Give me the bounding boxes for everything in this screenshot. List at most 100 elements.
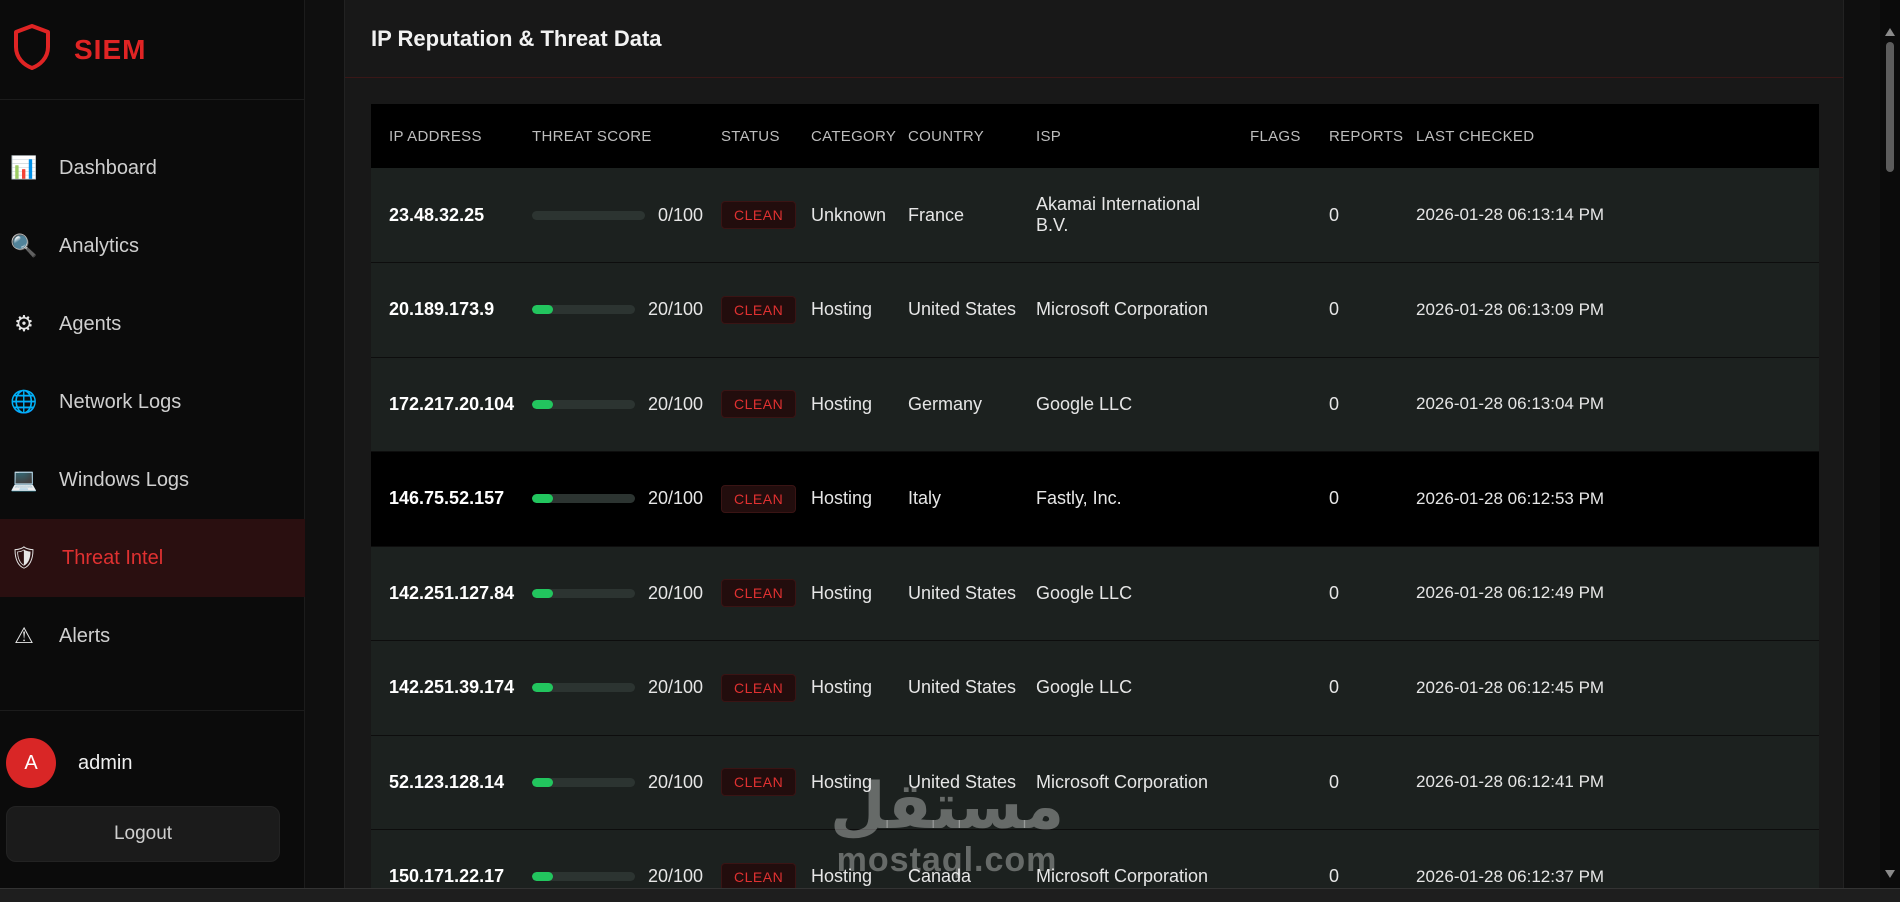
isp: Google LLC bbox=[1036, 677, 1133, 698]
sidebar-item-analytics[interactable]: 🔍 Analytics bbox=[0, 207, 305, 285]
reports: 0 bbox=[1329, 204, 1340, 225]
brand[interactable]: SIEM bbox=[0, 0, 304, 100]
sidebar-nav: 📊 Dashboard 🔍 Analytics ⚙ Agents 🌐 Network Logs… bbox=[0, 129, 305, 675]
sidebar-item-label: Dashboard bbox=[59, 156, 157, 179]
status-cell: CLEAN bbox=[703, 546, 797, 641]
status-badge: CLEAN bbox=[721, 390, 797, 419]
scroll-thumb[interactable] bbox=[1886, 42, 1894, 172]
threat-score-fill bbox=[532, 305, 553, 315]
sidebar-item-agents[interactable]: ⚙ Agents bbox=[0, 285, 305, 363]
divider bbox=[0, 710, 305, 711]
reports: 0 bbox=[1329, 393, 1340, 414]
status-badge: CLEAN bbox=[721, 673, 797, 702]
reports: 0 bbox=[1329, 582, 1340, 603]
logout-button[interactable]: Logout bbox=[6, 806, 280, 862]
threat-score-bar bbox=[532, 588, 635, 598]
sidebar-item-label: Threat Intel bbox=[62, 546, 164, 569]
country: United States bbox=[908, 677, 1017, 698]
last-checked: 2026-01-28 06:12:45 PM bbox=[1416, 677, 1605, 697]
ip-address: 146.75.52.157 bbox=[389, 488, 505, 509]
threat-score-cell: 0/100 bbox=[514, 168, 703, 263]
threat-score-cell: 20/100 bbox=[514, 357, 703, 452]
panel-header: IP Reputation & Threat Data bbox=[345, 0, 1843, 78]
status-badge: CLEAN bbox=[721, 579, 797, 608]
threat-score-cell: 20/100 bbox=[514, 452, 703, 547]
threat-score-cell: 20/100 bbox=[514, 263, 703, 358]
flags bbox=[1232, 452, 1311, 547]
column-header: STATUS bbox=[721, 127, 780, 145]
column-header: IP ADDRESS bbox=[389, 127, 482, 145]
category: Hosting bbox=[811, 771, 873, 792]
status-cell: CLEAN bbox=[703, 357, 797, 452]
threat-score-text: 20/100 bbox=[647, 393, 703, 414]
status-badge: CLEAN bbox=[721, 862, 797, 891]
threat-score-cell: 20/100 bbox=[514, 735, 703, 830]
last-checked: 2026-01-28 06:13:04 PM bbox=[1416, 394, 1605, 414]
sidebar-item-network-logs[interactable]: 🌐 Network Logs bbox=[0, 363, 305, 441]
threat-score-text: 20/100 bbox=[647, 582, 703, 603]
column-header: LAST CHECKED bbox=[1416, 127, 1535, 145]
category: Hosting bbox=[811, 488, 873, 509]
status-badge: CLEAN bbox=[721, 484, 797, 513]
scrollbar[interactable] bbox=[1880, 0, 1900, 888]
sidebar-item-alerts[interactable]: ⚠ Alerts bbox=[0, 597, 305, 675]
laptop-icon: 💻 bbox=[10, 467, 38, 492]
sidebar-item-dashboard[interactable]: 📊 Dashboard bbox=[0, 129, 305, 207]
column-header: CATEGORY bbox=[811, 127, 897, 145]
table-body: 23.48.32.25 0/100 CLEAN Unknown France Akamai… bbox=[371, 168, 1819, 902]
last-checked: 2026-01-28 06:12:49 PM bbox=[1416, 583, 1605, 603]
country: Germany bbox=[908, 393, 983, 414]
scroll-down-arrow-icon[interactable] bbox=[1885, 870, 1895, 878]
isp: Google LLC bbox=[1036, 393, 1133, 414]
threat-score-bar bbox=[532, 777, 635, 787]
threat-data-panel: IP Reputation & Threat Data IP ADDRESS TH… bbox=[344, 0, 1844, 902]
status-cell: CLEAN bbox=[703, 735, 797, 830]
category: Hosting bbox=[811, 677, 873, 698]
sidebar-item-threat-intel[interactable]: 🛡 Threat Intel bbox=[0, 519, 305, 597]
ip-address: 23.48.32.25 bbox=[389, 204, 485, 225]
sidebar-item-label: Windows Logs bbox=[59, 468, 190, 491]
table-row[interactable]: 172.217.20.104 20/100 CLEAN Hosting Germany G… bbox=[371, 357, 1819, 452]
last-checked: 2026-01-28 06:13:14 PM bbox=[1416, 205, 1605, 224]
sidebar-item-windows-logs[interactable]: 💻 Windows Logs bbox=[0, 441, 305, 519]
isp: Microsoft Corporation bbox=[1036, 771, 1209, 792]
warning-icon: ⚠ bbox=[14, 623, 34, 648]
username: admin bbox=[78, 751, 133, 774]
reports: 0 bbox=[1329, 677, 1340, 698]
ip-address: 52.123.128.14 bbox=[389, 771, 505, 792]
table-row[interactable]: 142.251.39.174 20/100 CLEAN Hosting United S… bbox=[371, 640, 1819, 735]
sidebar-item-label: Analytics bbox=[59, 234, 140, 257]
ip-reputation-table: IP ADDRESS THREAT SCORE STATUS CATEGORY COUN… bbox=[371, 104, 1819, 902]
country: United States bbox=[908, 582, 1017, 603]
isp: Fastly, Inc. bbox=[1036, 488, 1122, 509]
table-row[interactable]: 142.251.127.84 20/100 CLEAN Hosting United S… bbox=[371, 546, 1819, 641]
threat-score-bar bbox=[532, 872, 635, 882]
sidebar: SIEM 📊 Dashboard 🔍 Analytics ⚙ Agents 🌐 Network… bbox=[0, 0, 305, 888]
table-row[interactable]: 52.123.128.14 20/100 CLEAN Hosting United St… bbox=[371, 735, 1819, 830]
table-row[interactable]: 20.189.173.9 20/100 CLEAN Hosting United Sta… bbox=[371, 262, 1819, 358]
last-checked: 2026-01-28 06:12:41 PM bbox=[1416, 772, 1605, 792]
threat-score-bar bbox=[532, 305, 635, 315]
threat-score-text: 20/100 bbox=[647, 299, 703, 320]
threat-score-text: 20/100 bbox=[647, 771, 703, 792]
threat-score-bar bbox=[532, 399, 635, 409]
category: Hosting bbox=[811, 582, 873, 603]
table-row[interactable]: 146.75.52.157 20/100 CLEAN Hosting Italy Fast… bbox=[371, 451, 1819, 547]
ip-address: 20.189.173.9 bbox=[389, 299, 495, 320]
country: Italy bbox=[908, 488, 942, 509]
reports: 0 bbox=[1329, 299, 1340, 320]
threat-score-text: 0/100 bbox=[657, 204, 703, 225]
flags bbox=[1232, 168, 1311, 263]
sidebar-item-label: Network Logs bbox=[59, 390, 182, 413]
isp: Microsoft Corporation bbox=[1036, 299, 1209, 320]
reports: 0 bbox=[1329, 771, 1340, 792]
column-header: FLAGS bbox=[1250, 127, 1301, 145]
column-header: REPORTS bbox=[1329, 127, 1404, 145]
flags bbox=[1232, 263, 1311, 358]
table-header-row: IP ADDRESS THREAT SCORE STATUS CATEGORY COUN… bbox=[371, 104, 1819, 168]
table-row[interactable]: 23.48.32.25 0/100 CLEAN Unknown France Akamai… bbox=[371, 168, 1819, 263]
taskbar bbox=[0, 888, 1900, 902]
scroll-up-arrow-icon[interactable] bbox=[1885, 28, 1895, 36]
reports: 0 bbox=[1329, 488, 1340, 509]
threat-score-bar bbox=[532, 210, 645, 220]
